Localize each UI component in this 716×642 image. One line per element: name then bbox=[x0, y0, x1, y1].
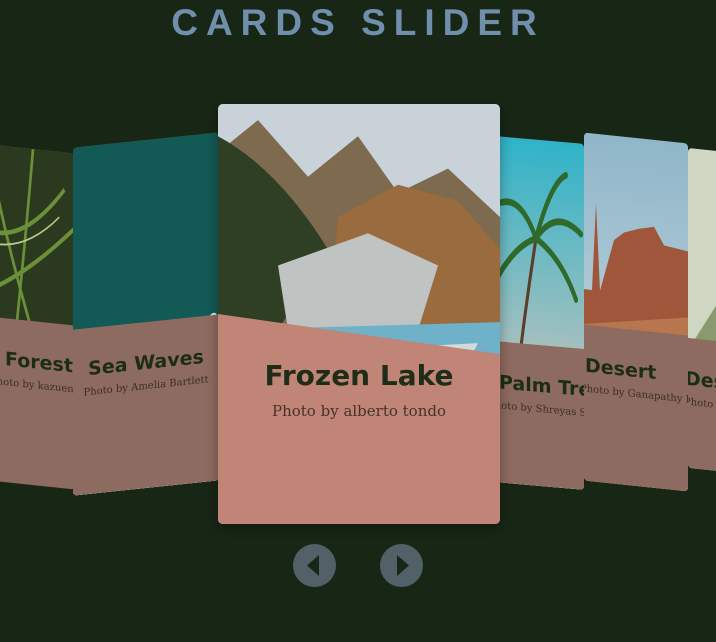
card-sea-waves[interactable]: Sea Waves Photo by Amelia Bartlett bbox=[73, 132, 219, 496]
card-credit: Photo by Ganapathy Kumar bbox=[584, 383, 688, 409]
card-frozen-lake[interactable]: Frozen Lake Photo by alberto tondo bbox=[218, 104, 500, 524]
card-palm-trees[interactable]: Palm Trees Photo by Shreyas Sane bbox=[496, 136, 584, 490]
card-desert[interactable]: Desert Photo by Ganapathy Kumar bbox=[584, 132, 688, 492]
card-credit: Photo by Patrick bbox=[688, 396, 714, 411]
chevron-right-icon bbox=[397, 555, 409, 576]
card-body: Desert Photo by Ganapathy Kumar bbox=[584, 325, 688, 492]
card-body: Desert Canyon Photo by Patrick bbox=[688, 338, 716, 472]
cards-slider: Forest Photo by kazuend Sea Waves Photo … bbox=[0, 0, 716, 642]
card-credit: Photo by alberto tondo bbox=[271, 402, 447, 420]
card-title: Forest bbox=[5, 348, 73, 378]
card-body: Palm Trees Photo by Shreyas Sane bbox=[496, 341, 584, 490]
card-credit: Photo by Shreyas Sane bbox=[496, 399, 584, 421]
card-forest[interactable]: Forest Photo by kazuend bbox=[0, 142, 75, 490]
card-credit: Photo by kazuend bbox=[0, 375, 75, 397]
card-title: Desert bbox=[585, 354, 657, 385]
next-button[interactable] bbox=[380, 544, 423, 587]
card-title: Desert Canyon bbox=[688, 367, 716, 398]
card-desert-canyon[interactable]: Desert Canyon Photo by Patrick bbox=[688, 147, 716, 473]
card-body: Forest Photo by kazuend bbox=[0, 314, 75, 489]
card-title: Frozen Lake bbox=[264, 359, 454, 392]
card-body: Sea Waves Photo by Amelia Bartlett bbox=[73, 314, 219, 495]
card-title: Palm Trees bbox=[499, 371, 584, 404]
chevron-left-icon bbox=[307, 555, 319, 576]
prev-button[interactable] bbox=[293, 544, 336, 587]
